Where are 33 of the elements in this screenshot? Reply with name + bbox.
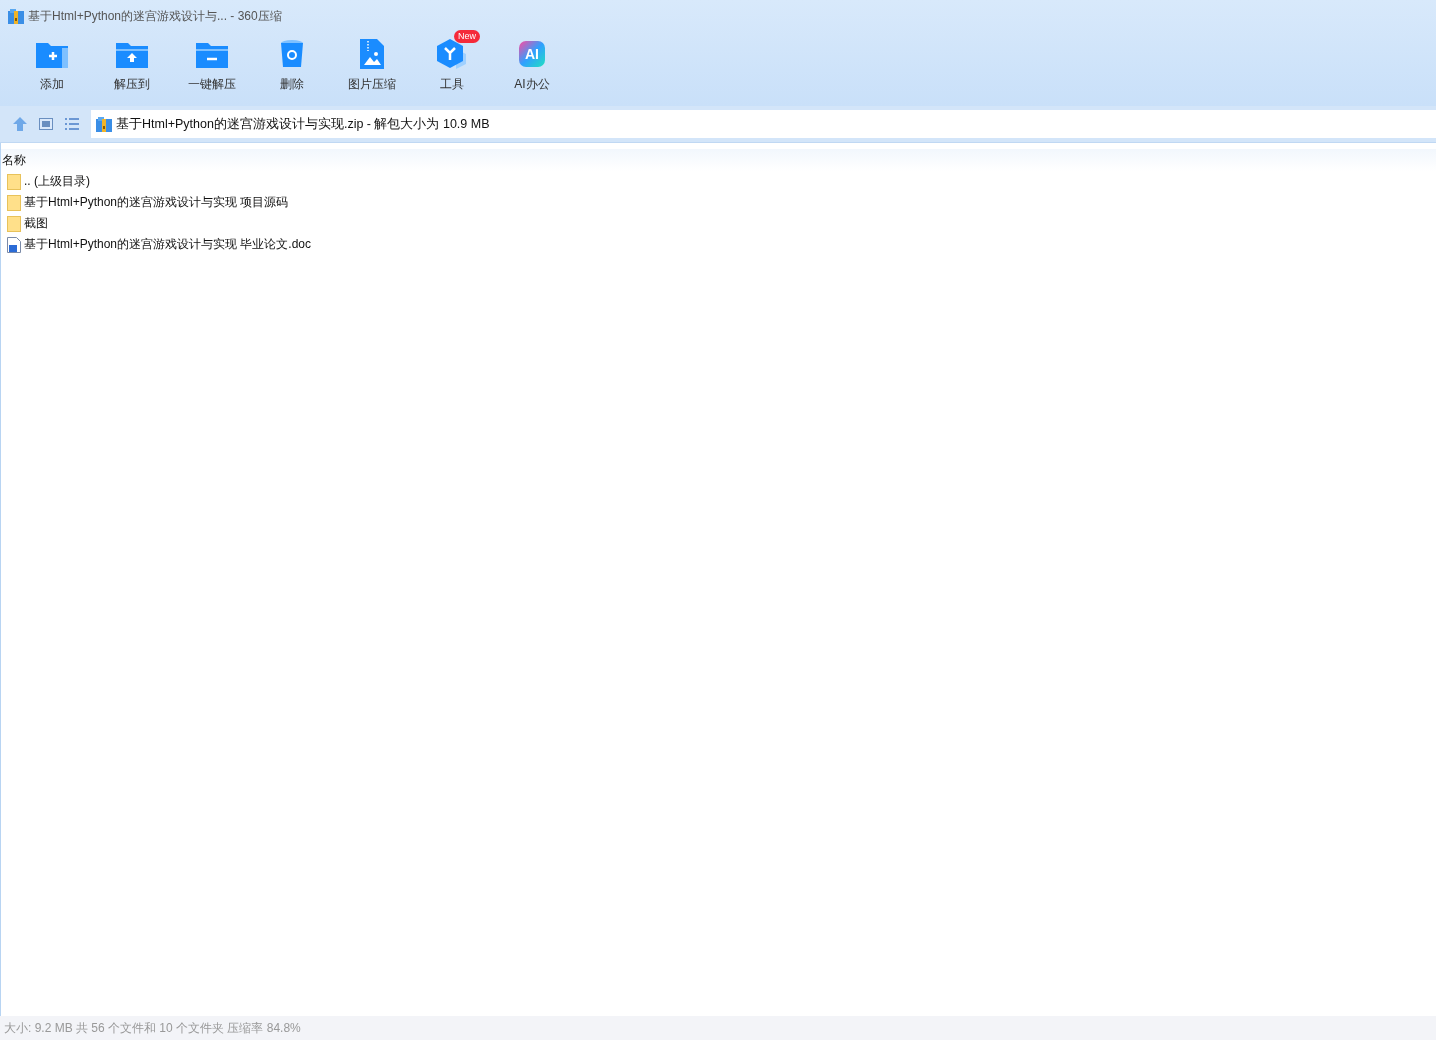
- ai-logo: AI: [519, 41, 545, 67]
- status-bar: 大小: 9.2 MB 共 56 个文件和 10 个文件夹 压缩率 84.8%: [0, 1016, 1436, 1040]
- hexagon-y-icon: [436, 39, 468, 69]
- document-icon: [7, 236, 21, 253]
- archive-icon: [96, 116, 112, 132]
- toolbar-button[interactable]: 一键解压: [172, 32, 252, 106]
- folder-icon: [7, 173, 21, 190]
- toolbar-button[interactable]: 添加: [12, 32, 92, 106]
- file-row[interactable]: .. (上级目录): [1, 171, 1436, 192]
- toolbar-button[interactable]: New 工具: [412, 32, 492, 106]
- folder-minus-icon: [196, 40, 228, 68]
- window-title: 基于Html+Python的迷宫游戏设计与... - 360压缩: [28, 7, 282, 25]
- toolbar-button[interactable]: 图片压缩: [332, 32, 412, 106]
- toolbar-button[interactable]: AI AI办公: [492, 32, 572, 106]
- file-row[interactable]: 截图: [1, 213, 1436, 234]
- toolbar-button[interactable]: 删除: [252, 32, 332, 106]
- folder-plus-icon: [36, 40, 68, 68]
- folder-icon: [7, 194, 21, 211]
- archive-path: 基于Html+Python的迷宫游戏设计与实现.zip - 解包大小为 10.9 MB: [116, 115, 490, 133]
- toolbar-button[interactable]: 解压到: [92, 32, 172, 106]
- archive-icon: [8, 8, 24, 24]
- recycle-bin-icon: [280, 39, 304, 69]
- thumbnail-view-icon[interactable]: [39, 118, 53, 130]
- address-bar[interactable]: 基于Html+Python的迷宫游戏设计与实现.zip - 解包大小为 10.9 MB: [91, 110, 1436, 138]
- image-file-icon: [360, 39, 384, 69]
- up-arrow-icon[interactable]: [13, 117, 27, 131]
- folder-icon: [7, 215, 21, 232]
- file-row[interactable]: 基于Html+Python的迷宫游戏设计与实现 项目源码: [1, 192, 1436, 213]
- list-view-icon[interactable]: [65, 118, 79, 130]
- column-header[interactable]: 名称: [2, 151, 26, 169]
- new-badge: New: [454, 30, 480, 43]
- folder-upload-icon: [116, 40, 148, 68]
- file-row[interactable]: 基于Html+Python的迷宫游戏设计与实现 毕业论文.doc: [1, 234, 1436, 255]
